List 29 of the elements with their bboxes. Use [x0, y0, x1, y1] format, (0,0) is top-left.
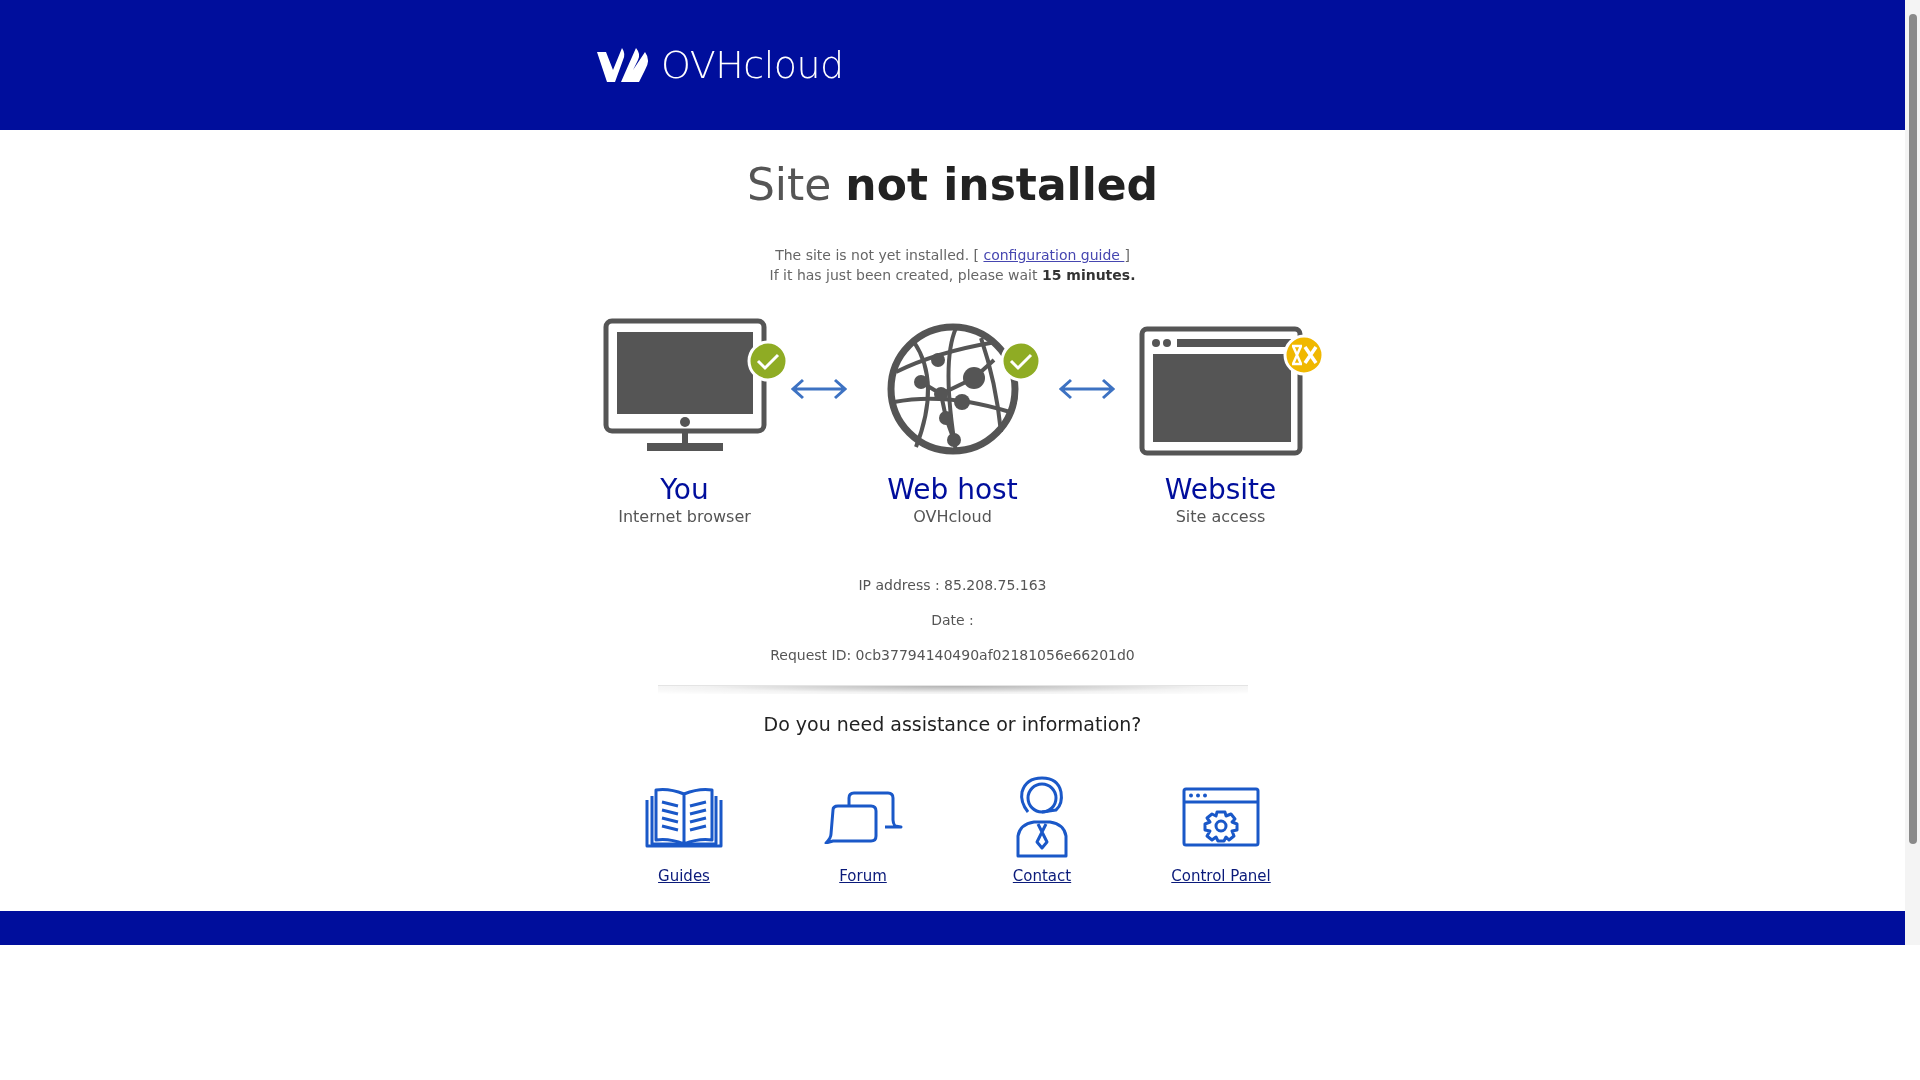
help-heading: Do you need assistance or information?	[763, 712, 1142, 736]
browser-window-icon	[1138, 326, 1303, 456]
info-text: IP address : 85.208.75.163	[858, 576, 1047, 595]
scrollbar[interactable]	[1905, 0, 1920, 945]
logo-icon	[595, 46, 651, 84]
open-book-icon	[644, 786, 724, 848]
help-link[interactable]: Contact	[1012, 866, 1072, 886]
wait-message: If it has just been created, please wait 15 minutes.	[769, 266, 1136, 285]
double-arrow-icon	[790, 378, 847, 400]
step-subtitle: OVHcloud	[913, 507, 992, 527]
step-subtitle: Internet browser	[618, 507, 751, 527]
window-gear-icon	[1181, 786, 1261, 848]
double-arrow-icon	[1058, 378, 1115, 400]
speech-bubbles-icon	[823, 790, 903, 844]
globe-network-icon	[885, 322, 1020, 456]
page-title: Site not installed	[746, 158, 1159, 212]
help-link[interactable]: Control Panel	[1171, 866, 1271, 886]
status-message: The site is not yet installed. [ configuration guide ]	[775, 246, 1130, 265]
help-link[interactable]: Forum	[839, 866, 887, 886]
configuration-guide-link[interactable]: configuration guide	[983, 247, 1125, 263]
scrollbar-thumb[interactable]	[1908, 14, 1917, 844]
step-title: You	[660, 473, 709, 507]
step-subtitle: Site access	[1175, 507, 1266, 527]
info-text: Request ID: 0cb37794140490af02181056e66201d0	[770, 646, 1135, 665]
help-link[interactable]: Guides	[658, 866, 710, 886]
step-title: Web host	[887, 473, 1018, 507]
info-text: Date :	[931, 611, 974, 630]
step-title: Website	[1164, 473, 1277, 507]
logo[interactable]: OVHcloud	[595, 43, 844, 87]
